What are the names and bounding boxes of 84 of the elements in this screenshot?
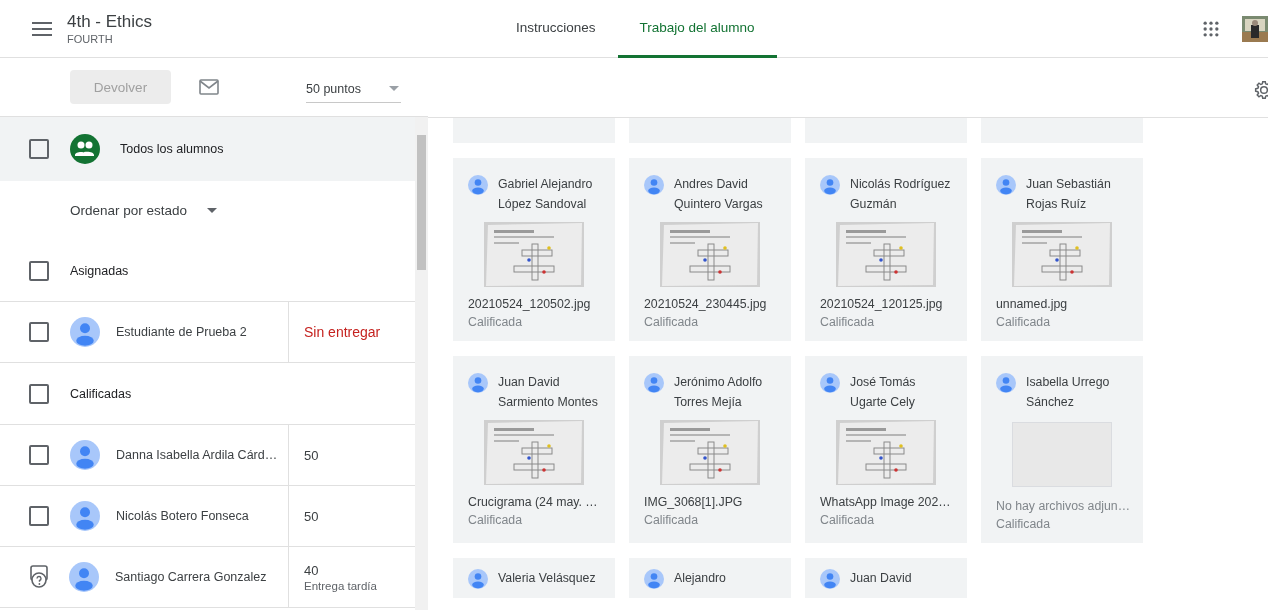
avatar-icon [820,373,840,393]
checkbox[interactable] [29,506,49,526]
file-name: No hay archivos adjun… [996,499,1128,513]
avatar-icon [69,562,99,592]
student-name: Juan Sebastián Rojas Ruíz [1026,176,1112,213]
caret-icon [207,208,218,213]
avatar-icon [996,373,1016,393]
student-name[interactable]: Estudiante de Prueba 2 [116,325,247,339]
student-name[interactable]: Nicolás Botero Fonseca [116,509,249,523]
student-card[interactable]: Isabella Urrego Sánchez No hay archivos adjun… Calificada [981,356,1143,543]
student-name: José Tomás Ugarte Cely [850,374,917,411]
student-name: Juan David [850,570,913,587]
grade-text[interactable]: 50 [304,508,319,524]
grade-text: Sin entregar [304,324,381,340]
file-name[interactable]: Crucigrama (24 may. … [468,495,600,509]
student-card[interactable]: José Tomás Ugarte Cely WhatsApp Image 202… Calificada [805,356,967,543]
student-card[interactable]: Juan Sebastián Rojas Ruíz unnamed.jpg Calificada [981,158,1143,341]
student-card[interactable]: Alejandro [629,558,791,598]
group-label: Asignadas [70,263,129,278]
status-text: Calificada [644,513,699,527]
scrollbar[interactable] [415,117,428,610]
student-card[interactable]: Juan David Sarmiento Montes Crucigrama (24 may. … Calificada [453,356,615,543]
class-title[interactable]: 4th - Ethics [67,12,153,32]
student-card[interactable]: Juan David [805,558,967,598]
tab[interactable]: Trabajo del alumno [617,0,777,58]
avatar-icon [644,569,664,589]
student-card[interactable]: Nicolás Rodríguez Guzmán 20210524_120125.jpg Calificada [805,158,967,341]
status-text: Calificada [996,315,1051,329]
avatar-icon [468,175,488,195]
student-name: Jerónimo Adolfo Torres Mejía [674,374,764,411]
avatar-icon [468,373,488,393]
student-name[interactable]: Danna Isabella Ardila Cárd… [116,448,278,462]
file-name[interactable]: WhatsApp Image 202… [820,495,952,509]
status-text: Calificada [468,513,523,527]
caret-icon [389,86,399,91]
student-name: Andres David Quintero Vargas [674,176,764,213]
student-card[interactable]: Gabriel Alejandro López Sandoval 20210524_120502.jpg Calificada [453,158,615,341]
checkbox[interactable] [29,322,49,342]
checkbox[interactable] [29,139,49,159]
group-label: Calificadas [70,386,132,401]
status-text: Calificada [820,513,875,527]
student-name: Nicolás Rodríguez Guzmán [850,176,952,213]
file-name[interactable]: 20210524_230445.jpg [644,297,776,311]
scrollbar-thumb[interactable] [417,135,426,270]
class-section: FOURTH [67,33,113,45]
checkbox[interactable] [29,383,49,404]
student-card[interactable]: Valeria Velásquez [453,558,615,598]
student-name: Valeria Velásquez [498,570,597,587]
file-name[interactable]: 20210524_120125.jpg [820,297,952,311]
grade-text[interactable]: 50 [304,447,319,463]
settings-icon[interactable] [1254,80,1268,100]
grade-text[interactable]: 40 [304,562,377,578]
avatar-icon [70,440,100,470]
file-name[interactable]: IMG_3068[1].JPG [644,495,776,509]
avatar-icon [644,175,664,195]
student-name[interactable]: Santiago Carrera Gonzalez [115,570,267,584]
help-icon[interactable] [28,565,50,589]
student-card[interactable]: Andres David Quintero Vargas 20210524_230445.jpg Calificada [629,158,791,341]
student-name: Alejandro [674,570,727,587]
tab[interactable]: Instrucciones [494,0,618,58]
status-text: Calificada [820,315,875,329]
group-icon [70,134,100,164]
checkbox[interactable] [29,445,49,465]
student-card[interactable]: Jerónimo Adolfo Torres Mejía IMG_3068[1].JPG Calificada [629,356,791,543]
avatar-icon [70,501,100,531]
avatar-icon [468,569,488,589]
avatar-icon [820,175,840,195]
file-name[interactable]: 20210524_120502.jpg [468,297,600,311]
checkbox[interactable] [29,260,49,281]
file-name[interactable]: unnamed.jpg [996,297,1128,311]
avatar-icon [70,317,100,347]
all-students-label[interactable]: Todos los alumnos [120,142,224,156]
status-text: Calificada [644,315,699,329]
student-name: Gabriel Alejandro López Sandoval [498,176,594,213]
points-dropdown[interactable]: 50 puntos [306,75,401,103]
status-text: Calificada [996,517,1051,531]
student-name: Isabella Urrego Sánchez [1026,374,1111,411]
avatar-icon [996,175,1016,195]
status-note: Entrega tardía [304,579,377,592]
student-name: Juan David Sarmiento Montes [498,374,599,411]
status-text: Calificada [468,315,523,329]
avatar-icon [820,569,840,589]
avatar-icon [644,373,664,393]
sort-dropdown[interactable]: Ordenar por estado [70,203,218,218]
